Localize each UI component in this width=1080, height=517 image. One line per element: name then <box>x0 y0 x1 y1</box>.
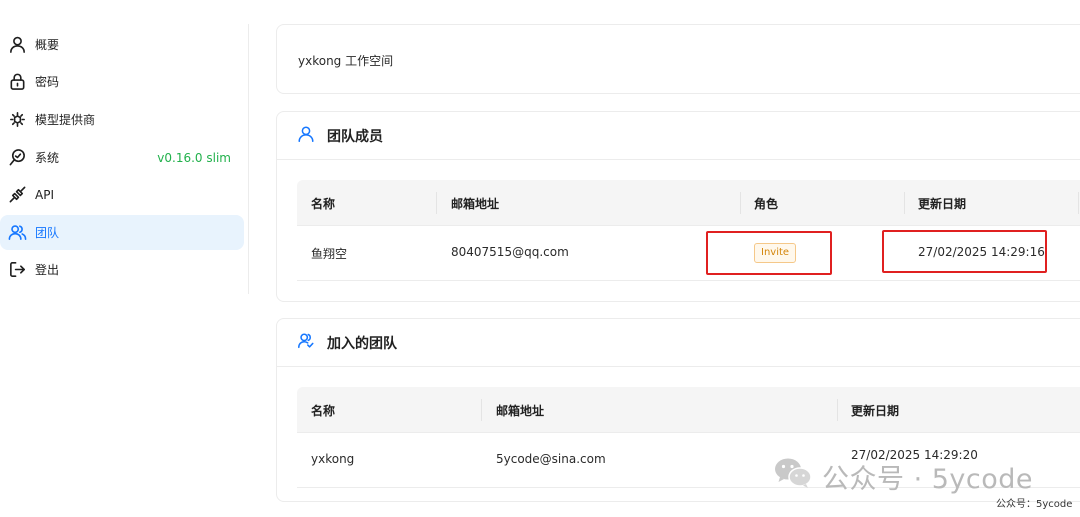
column-divider <box>1078 192 1079 214</box>
lock-icon <box>7 72 27 92</box>
api-plug-icon <box>7 185 27 205</box>
sidebar-item-system[interactable]: 系统 v0.16.0 slim <box>0 140 244 175</box>
sidebar-item-password[interactable]: 密码 <box>0 64 244 99</box>
column-header: 名称 <box>311 197 336 211</box>
watermark-caption: 公众号：5ycode <box>996 499 1073 510</box>
team-email: 5ycode@sina.com <box>496 452 606 466</box>
sidebar-item-team[interactable]: 团队 <box>0 215 244 250</box>
logout-icon <box>7 260 27 280</box>
table-header: 名称 邮箱地址 更新日期 <box>297 387 1080 433</box>
column-header: 更新日期 <box>851 404 900 418</box>
card-header: 团队成员 <box>277 112 1080 160</box>
sidebar-item-label: 概要 <box>35 38 60 52</box>
sidebar: 概要 密码 模型提供商 系统 v0.16.0 slim API 团队 登出 <box>0 24 249 294</box>
sidebar-item-label: 系统 <box>35 151 60 165</box>
column-header: 更新日期 <box>918 197 967 211</box>
column-header: 邮箱地址 <box>496 404 545 418</box>
member-email: 80407515@qq.com <box>451 245 569 259</box>
workspace-card: yxkong 工作空间 <box>276 24 1080 94</box>
sidebar-item-label: 模型提供商 <box>35 113 96 127</box>
card-header: 加入的团队 <box>277 319 1080 367</box>
team-members-card: 团队成员 名称 邮箱地址 角色 更新日期 鱼翔空 80407515@qq.com… <box>276 111 1080 302</box>
team-icon <box>7 223 27 243</box>
card-title: 团队成员 <box>327 128 383 145</box>
wechat-icon <box>773 456 813 497</box>
sidebar-item-label: 团队 <box>35 226 60 240</box>
member-name: 鱼翔空 <box>311 247 348 261</box>
column-divider <box>436 192 437 214</box>
sidebar-item-label: 密码 <box>35 75 60 89</box>
sidebar-item-overview[interactable]: 概要 <box>0 27 244 62</box>
column-divider <box>740 192 741 214</box>
watermark: 公众号 · 5ycode <box>773 456 1033 497</box>
user-icon <box>7 35 27 55</box>
workspace-title: yxkong 工作空间 <box>298 54 394 68</box>
model-provider-icon <box>7 110 27 130</box>
column-divider <box>837 399 838 421</box>
sidebar-item-model-provider[interactable]: 模型提供商 <box>0 102 244 137</box>
version-label: v0.16.0 slim <box>157 150 231 165</box>
system-icon <box>7 148 27 168</box>
member-updated-date: 27/02/2025 14:29:16 <box>918 245 1045 259</box>
column-divider <box>904 192 905 214</box>
column-header: 名称 <box>311 404 336 418</box>
column-header: 角色 <box>754 197 779 211</box>
sidebar-item-logout[interactable]: 登出 <box>0 252 244 287</box>
users-outline-icon <box>297 332 315 354</box>
members-table: 名称 邮箱地址 角色 更新日期 鱼翔空 80407515@qq.com Invi… <box>297 180 1080 282</box>
table-row[interactable]: 鱼翔空 80407515@qq.com Invite 27/02/2025 14… <box>297 226 1080 281</box>
sidebar-item-label: 登出 <box>35 263 60 277</box>
column-header: 邮箱地址 <box>451 197 500 211</box>
table-header: 名称 邮箱地址 角色 更新日期 <box>297 180 1080 226</box>
column-divider <box>481 399 482 421</box>
role-badge: Invite <box>754 243 797 263</box>
card-title: 加入的团队 <box>327 335 397 352</box>
sidebar-item-label: API <box>35 187 54 202</box>
user-outline-icon <box>297 125 315 147</box>
sidebar-item-api[interactable]: API <box>0 177 244 212</box>
team-name: yxkong <box>311 452 355 466</box>
watermark-text: 公众号 · 5ycode <box>822 464 1034 495</box>
